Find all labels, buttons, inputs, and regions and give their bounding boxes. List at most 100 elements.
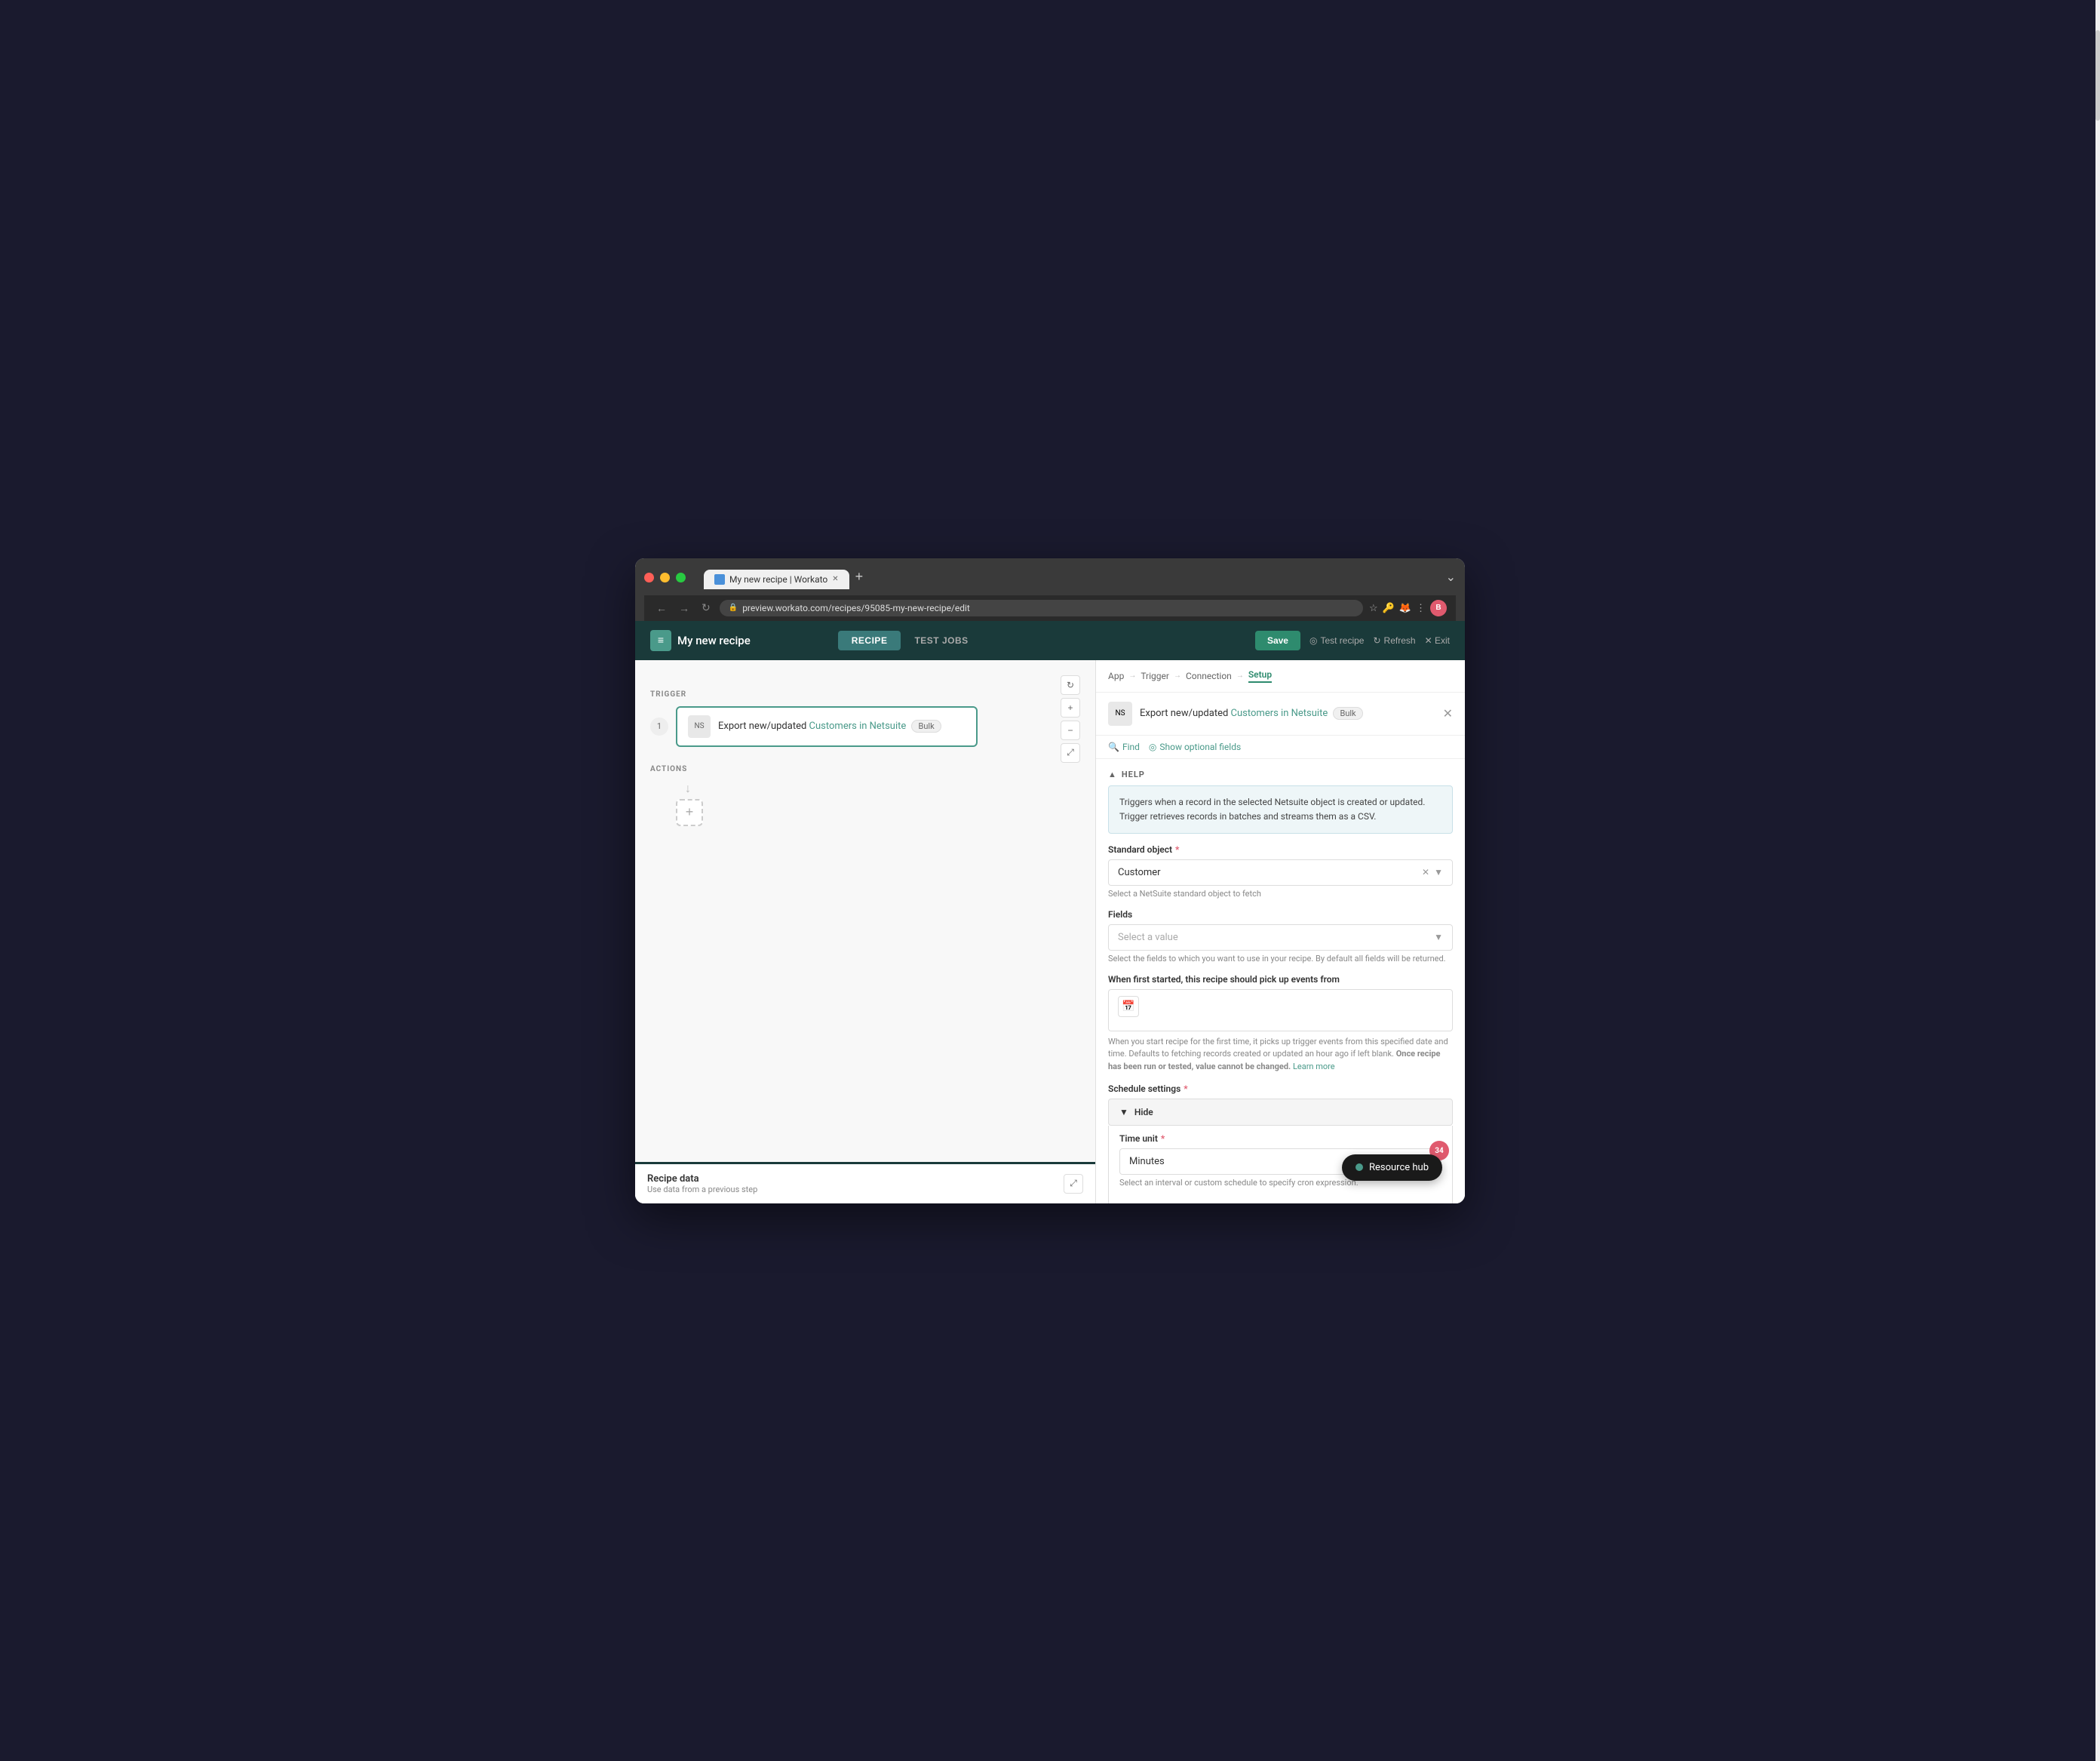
reload-btn[interactable]: ↻ [698, 600, 714, 616]
add-step-btn[interactable]: + [676, 799, 703, 826]
tab-close-btn[interactable]: ✕ [832, 575, 838, 583]
actions-label: ACTIONS [650, 765, 1080, 773]
breadcrumb-app[interactable]: App [1108, 671, 1124, 681]
fields-chevron-icon: ▼ [1434, 932, 1443, 942]
breadcrumb-arrow-2: → [1174, 672, 1181, 680]
new-tab-btn[interactable]: + [849, 566, 870, 588]
breadcrumb-trigger[interactable]: Trigger [1141, 671, 1169, 681]
resource-hub-label: Resource hub [1369, 1162, 1429, 1173]
step-highlight: Customers [809, 721, 857, 732]
panel-title-highlight: Customers in Netsuite [1231, 708, 1328, 719]
when-started-label-text: When first started, this recipe should p… [1108, 974, 1340, 985]
app-logo: ≡ My new recipe [650, 630, 751, 651]
fields-select[interactable]: Select a value ▼ [1108, 924, 1453, 951]
logo-icon: ≡ [650, 630, 671, 651]
test-recipe-btn[interactable]: ◎ Test recipe [1309, 635, 1365, 646]
trigger-label: TRIGGER [650, 690, 1080, 699]
recipe-data-subtitle: Use data from a previous step [647, 1185, 757, 1194]
standard-object-hint: Select a NetSuite standard object to fet… [1108, 889, 1453, 899]
browser-tabs: My new recipe | Workato ✕ + [704, 566, 869, 589]
schedule-toggle-label: Hide [1134, 1107, 1153, 1117]
when-started-field: When first started, this recipe should p… [1108, 974, 1453, 1074]
tab-recipe[interactable]: RECIPE [838, 631, 901, 650]
canvas-zoom-in-btn[interactable]: + [1061, 698, 1080, 718]
canvas-refresh-btn[interactable]: ↻ [1061, 675, 1080, 695]
active-tab[interactable]: My new recipe | Workato ✕ [704, 570, 849, 589]
close-window-btn[interactable] [644, 573, 654, 582]
breadcrumb-connection[interactable]: Connection [1186, 671, 1232, 681]
fields-select-actions: ▼ [1434, 932, 1443, 942]
browser-chevron-btn[interactable]: ⌄ [1446, 570, 1456, 585]
recipe-title: My new recipe [677, 634, 751, 647]
browser-actions: ☆ 🔑 🦊 ⋮ B [1369, 600, 1447, 616]
header-actions: Save ◎ Test recipe ↻ Refresh ✕ Exit [1255, 631, 1450, 650]
header-tabs: RECIPE TEST JOBS [838, 631, 982, 650]
tab-favicon [714, 574, 725, 585]
show-optional-fields-link[interactable]: ◎ Show optional fields [1149, 742, 1241, 752]
time-unit-label-text: Time unit [1119, 1133, 1158, 1144]
refresh-label: Refresh [1384, 635, 1416, 646]
test-recipe-label: Test recipe [1320, 635, 1364, 646]
panel-close-btn[interactable]: ✕ [1443, 706, 1453, 721]
bookmark-icon[interactable]: ☆ [1369, 602, 1378, 614]
standard-object-field: Standard object * Customer ✕ ▼ Select a … [1108, 844, 1453, 899]
main-content: ↻ + − ⤢ TRIGGER 1 NS Export new/updated … [635, 660, 1465, 1203]
help-section: ▲ HELP Triggers when a record in the sel… [1108, 770, 1453, 834]
standard-object-select[interactable]: Customer ✕ ▼ [1108, 859, 1453, 886]
clear-icon[interactable]: ✕ [1422, 867, 1429, 877]
step-number: 1 [650, 718, 668, 736]
recipe-canvas: ↻ + − ⤢ TRIGGER 1 NS Export new/updated … [635, 660, 1095, 1203]
time-unit-value: Minutes [1129, 1156, 1165, 1167]
time-unit-label: Time unit * [1119, 1133, 1441, 1144]
required-star-1: * [1175, 844, 1179, 855]
standard-object-label: Standard object * [1108, 844, 1453, 855]
test-icon: ◎ [1309, 635, 1317, 646]
refresh-btn[interactable]: ↻ Refresh [1373, 635, 1415, 646]
tab-test-jobs[interactable]: TEST JOBS [901, 631, 981, 650]
recipe-data-expand-btn[interactable]: ⤢ [1064, 1174, 1083, 1194]
when-started-hint: When you start recipe for the first time… [1108, 1036, 1453, 1074]
recipe-data-panel[interactable]: Recipe data Use data from a previous ste… [635, 1162, 1095, 1203]
fields-label: Fields [1108, 909, 1453, 920]
panel-header-title: Export new/updated Customers in Netsuite… [1140, 708, 1363, 719]
exit-label: Exit [1435, 635, 1450, 646]
fields-hint: Select the fields to which you want to u… [1108, 954, 1453, 963]
step-connector: in Netsuite [859, 721, 906, 732]
fields-label-text: Fields [1108, 909, 1132, 920]
when-started-input[interactable]: 📅 [1108, 989, 1453, 1031]
trigger-step-card[interactable]: NS Export new/updated Customers in Netsu… [676, 706, 978, 747]
resource-hub-btn[interactable]: Resource hub [1342, 1154, 1442, 1181]
url-text: preview.workato.com/recipes/95085-my-new… [742, 603, 970, 613]
password-manager-icon[interactable]: 🔑 [1383, 602, 1395, 614]
help-label: HELP [1122, 770, 1145, 779]
fields-field: Fields Select a value ▼ Select the field… [1108, 909, 1453, 963]
minimize-window-btn[interactable] [660, 573, 670, 582]
panel-body: ▲ HELP Triggers when a record in the sel… [1096, 759, 1465, 1203]
tab-title: My new recipe | Workato [729, 574, 827, 585]
back-btn[interactable]: ← [653, 601, 670, 616]
help-chevron-icon: ▲ [1108, 770, 1117, 779]
help-header[interactable]: ▲ HELP [1108, 770, 1453, 779]
forward-btn[interactable]: → [676, 601, 692, 616]
panel-search-bar: 🔍 Find ◎ Show optional fields [1096, 736, 1465, 759]
maximize-window-btn[interactable] [676, 573, 686, 582]
panel-title-prefix: Export new/updated [1140, 708, 1228, 719]
schedule-settings-label: Schedule settings * [1108, 1083, 1453, 1094]
optional-fields-label: Show optional fields [1159, 742, 1241, 752]
refresh-icon: ↻ [1373, 635, 1380, 646]
canvas-zoom-out-btn[interactable]: − [1061, 721, 1080, 740]
canvas-controls: ↻ + − ⤢ [1061, 675, 1080, 763]
schedule-toggle[interactable]: ▼ Hide [1108, 1099, 1453, 1126]
learn-more-link[interactable]: Learn more [1293, 1062, 1335, 1071]
breadcrumb-arrow-1: → [1128, 672, 1136, 680]
more-icon[interactable]: ⋮ [1416, 602, 1426, 614]
profile-btn[interactable]: B [1430, 600, 1447, 616]
canvas-expand-btn[interactable]: ⤢ [1061, 743, 1080, 763]
address-bar[interactable]: 🔒 preview.workato.com/recipes/95085-my-n… [720, 600, 1363, 616]
breadcrumb-setup[interactable]: Setup [1248, 669, 1272, 683]
exit-btn[interactable]: ✕ Exit [1425, 635, 1450, 646]
extension-icon[interactable]: 🦊 [1399, 602, 1411, 614]
find-link[interactable]: 🔍 Find [1108, 742, 1140, 752]
actions-section: ACTIONS ↓ + [650, 765, 1080, 826]
save-button[interactable]: Save [1255, 631, 1300, 650]
